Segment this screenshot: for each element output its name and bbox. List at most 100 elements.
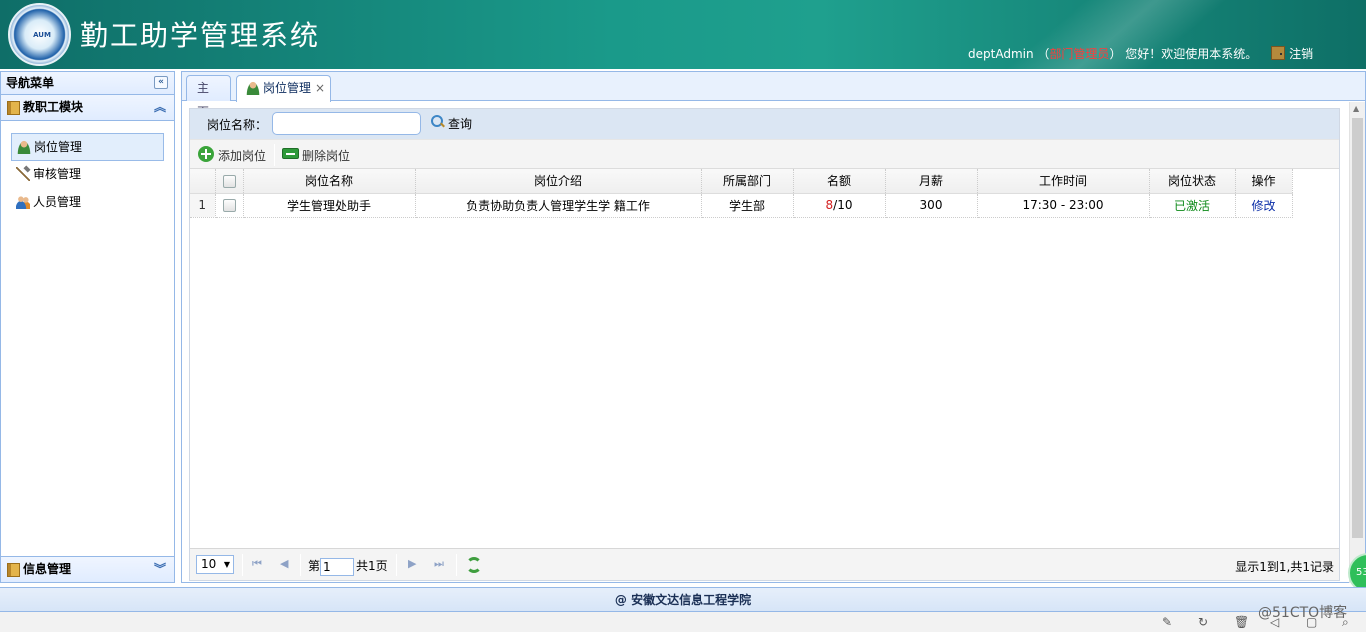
search-bar: 岗位名称： 查询	[190, 109, 1339, 139]
column-header[interactable]: 操作	[1235, 169, 1293, 194]
pagination-info: 显示1到1,共1记录	[1235, 560, 1334, 574]
pager-separator	[242, 554, 243, 576]
trash-icon[interactable]: 🗑	[1234, 615, 1249, 629]
position-name-input[interactable]	[272, 112, 421, 135]
accordion-header-staff[interactable]: 教职工模块 ︽	[1, 95, 174, 121]
row-number-header	[190, 169, 216, 194]
prev-page-icon[interactable]: ◀	[280, 558, 292, 570]
caret-down-icon: ▼	[223, 560, 230, 569]
search-button[interactable]: 查询	[431, 115, 472, 132]
system-title: 勤工助学管理系统	[80, 19, 321, 52]
row-checkbox[interactable]	[222, 199, 236, 212]
cell-quota: 8/10	[793, 193, 886, 218]
column-header[interactable]: 岗位状态	[1149, 169, 1236, 194]
column-header[interactable]: 岗位介绍	[415, 169, 702, 194]
sidebar-item-position[interactable]: 岗位管理	[11, 133, 164, 161]
sidebar-item-audit[interactable]: 审核管理	[11, 161, 164, 189]
column-header[interactable]: 岗位名称	[243, 169, 416, 194]
edit-link[interactable]: 修改	[1235, 193, 1293, 218]
column-header[interactable]: 名额	[793, 169, 886, 194]
pin-icon[interactable]: ✎	[1162, 615, 1176, 629]
row-select-cell	[215, 193, 244, 218]
table-row[interactable]: 1 学生管理处助手 负责协助负责人管理学生学 籍工作 学生部 8/10 300 …	[190, 193, 1320, 218]
nav-panel-title: 导航菜单	[6, 76, 55, 90]
staff-menu: 岗位管理 审核管理 人员管理	[1, 121, 174, 217]
quota-used: 8	[825, 198, 834, 212]
nav-panel-header: 导航菜单 «	[1, 72, 174, 95]
share-icon[interactable]: ↻	[1198, 615, 1212, 629]
row-number: 1	[190, 193, 216, 218]
user-area: deptAdmin （部门管理员） 您好！欢迎使用本系统。 注销	[968, 45, 1313, 62]
search-label: 岗位名称：	[207, 118, 268, 132]
role-close: ）	[1109, 47, 1122, 61]
search-icon	[431, 115, 444, 128]
column-header[interactable]: 工作时间	[977, 169, 1150, 194]
column-header[interactable]: 月薪	[885, 169, 978, 194]
cell-status: 已激活	[1149, 193, 1236, 218]
username: deptAdmin	[968, 47, 1034, 61]
users-icon	[16, 195, 30, 209]
scroll-up-icon[interactable]: ▲	[1353, 104, 1359, 113]
chevron-down-icon[interactable]: ︾	[154, 557, 166, 582]
datagrid: 岗位名称： 查询 添加岗位 删除岗位 岗位名称 岗位介绍 所属部门 名额 月薪 …	[189, 108, 1340, 581]
cell-department: 学生部	[701, 193, 794, 218]
page-total: 共1页	[356, 559, 388, 573]
pagination-bar: 10 ▼ ⏮ ◀ 第 共1页 ▶ ⏭ 显示1到1,共1记录	[190, 548, 1339, 580]
main-panel: 主页 岗位管理 × 岗位名称： 查询 添加岗位 删除岗位	[181, 71, 1366, 583]
plus-icon	[198, 146, 214, 162]
cell-work-time: 17:30 - 23:00	[977, 193, 1150, 218]
refresh-icon[interactable]	[466, 557, 482, 573]
college-logo: AUM	[8, 3, 71, 66]
book-icon	[7, 101, 20, 115]
pager-separator	[300, 554, 301, 576]
column-header[interactable]: 所属部门	[701, 169, 794, 194]
page-size-select[interactable]: 10 ▼	[196, 555, 234, 574]
table-header-row: 岗位名称 岗位介绍 所属部门 名额 月薪 工作时间 岗位状态 操作	[190, 169, 1320, 194]
close-icon[interactable]: ×	[315, 76, 325, 100]
tab-label: 岗位管理	[263, 81, 312, 95]
first-page-icon[interactable]: ⏮	[252, 558, 264, 570]
accordion-header-info[interactable]: 信息管理 ︾	[1, 556, 174, 582]
delete-position-label: 删除岗位	[302, 149, 351, 163]
watermark: @51CTO博客	[1258, 605, 1348, 621]
sidebar-item-label: 人员管理	[33, 195, 82, 209]
select-all-checkbox[interactable]	[222, 174, 236, 188]
page-number-input[interactable]	[320, 557, 355, 576]
page-number-group: 第 共1页	[308, 557, 388, 576]
row-spacer	[1292, 193, 1320, 217]
tab-position-management[interactable]: 岗位管理 ×	[236, 75, 331, 102]
next-page-icon[interactable]: ▶	[408, 558, 420, 570]
accordion-title-info: 信息管理	[23, 562, 72, 576]
door-icon[interactable]	[1271, 46, 1286, 60]
sidebar-item-personnel[interactable]: 人员管理	[11, 189, 164, 217]
user-role: 部门管理员	[1049, 47, 1110, 61]
nav-panel: 导航菜单 « 教职工模块 ︽ 岗位管理 审核管理 人员管理 信息管理 ︾	[0, 71, 175, 583]
tab-bar: 主页 岗位管理 ×	[182, 72, 1365, 119]
tab-home[interactable]: 主页	[186, 75, 231, 119]
quota-total: /10	[833, 198, 853, 212]
last-page-icon[interactable]: ⏭	[434, 558, 446, 570]
app-header: AUM 勤工助学管理系统 deptAdmin （部门管理员） 您好！欢迎使用本系…	[0, 0, 1366, 69]
delete-position-button[interactable]: 删除岗位	[282, 147, 350, 164]
search-button-label: 查询	[448, 117, 473, 131]
vertical-scrollbar[interactable]: ▲	[1349, 102, 1365, 583]
scroll-thumb[interactable]	[1352, 118, 1363, 538]
chevron-up-icon[interactable]: ︽	[154, 95, 166, 120]
collapse-left-icon[interactable]: «	[154, 76, 168, 89]
user-icon	[246, 81, 260, 95]
hammer-icon	[16, 167, 30, 181]
pager-separator	[456, 554, 457, 576]
welcome-text: 您好！欢迎使用本系统。	[1125, 47, 1258, 61]
page-footer: @ 安徽文达信息工程学院	[0, 587, 1366, 612]
logout-link[interactable]: 注销	[1289, 47, 1313, 61]
sidebar-item-label: 岗位管理	[34, 140, 83, 154]
position-table: 岗位名称 岗位介绍 所属部门 名额 月薪 工作时间 岗位状态 操作 1 学生管理…	[190, 169, 1320, 218]
user-icon	[17, 140, 31, 154]
browser-bottom-bar: ✎ ↻ 🗑 ◁ ▢ ⌕	[0, 612, 1366, 632]
page-prefix: 第	[308, 559, 321, 573]
header-spacer	[1292, 169, 1320, 193]
add-position-button[interactable]: 添加岗位	[198, 146, 266, 164]
page-size-value: 10	[201, 557, 217, 571]
sidebar-item-label: 审核管理	[33, 167, 82, 181]
book-icon	[7, 563, 20, 577]
